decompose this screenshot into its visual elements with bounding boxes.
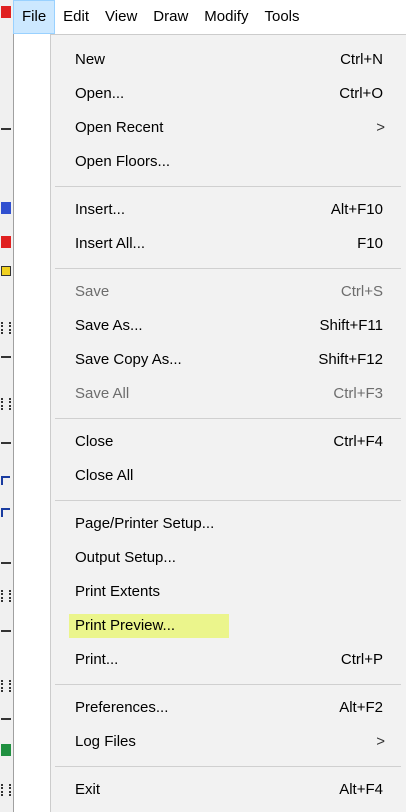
menu-item-new[interactable]: New Ctrl+N (51, 45, 391, 75)
tool-icon[interactable] (1, 508, 10, 517)
tool-icon[interactable] (1, 680, 11, 692)
tool-icon[interactable] (1, 236, 11, 248)
chevron-right-icon: > (376, 119, 385, 136)
menu-separator (55, 500, 401, 501)
menu-edit[interactable]: Edit (55, 0, 97, 34)
tool-icon[interactable] (1, 6, 11, 18)
menu-item-exit[interactable]: Exit Alt+F4 (51, 775, 391, 805)
menu-item-close-all[interactable]: Close All (51, 461, 391, 491)
menu-item-print-extents[interactable]: Print Extents (51, 577, 391, 607)
tool-icon[interactable] (1, 744, 11, 756)
menu-separator (55, 268, 401, 269)
menu-item-open-floors[interactable]: Open Floors... (51, 147, 391, 177)
menu-item-save-as[interactable]: Save As... Shift+F11 (51, 311, 391, 341)
menu-item-preferences[interactable]: Preferences... Alt+F2 (51, 693, 391, 723)
tool-icon[interactable] (1, 556, 11, 564)
tool-icon[interactable] (1, 322, 11, 334)
tool-icon[interactable] (1, 350, 11, 358)
menu-item-save-all[interactable]: Save All Ctrl+F3 (51, 379, 391, 409)
tool-icon[interactable] (1, 266, 11, 276)
chevron-right-icon: > (376, 733, 385, 750)
tool-icon[interactable] (1, 784, 11, 796)
menu-view[interactable]: View (97, 0, 145, 34)
menu-separator (55, 684, 401, 685)
tool-icon[interactable] (1, 202, 11, 214)
menu-item-save-copy-as[interactable]: Save Copy As... Shift+F12 (51, 345, 391, 375)
menu-item-save[interactable]: Save Ctrl+S (51, 277, 391, 307)
tool-icon[interactable] (1, 624, 11, 632)
menu-separator (55, 186, 401, 187)
menu-separator (55, 418, 401, 419)
menu-item-close[interactable]: Close Ctrl+F4 (51, 427, 391, 457)
menu-separator (55, 766, 401, 767)
menu-item-page-printer-setup[interactable]: Page/Printer Setup... (51, 509, 391, 539)
tool-icon[interactable] (1, 122, 11, 130)
menu-item-output-setup[interactable]: Output Setup... (51, 543, 391, 573)
menu-tools[interactable]: Tools (256, 0, 307, 34)
tool-icon[interactable] (1, 436, 11, 444)
menu-item-open-recent[interactable]: Open Recent > (51, 113, 391, 143)
menu-item-insert-all[interactable]: Insert All... F10 (51, 229, 391, 259)
tool-icon[interactable] (1, 476, 10, 485)
menu-draw[interactable]: Draw (145, 0, 196, 34)
file-menu-dropdown: New Ctrl+N Open... Ctrl+O Open Recent > … (50, 34, 406, 812)
menu-item-insert[interactable]: Insert... Alt+F10 (51, 195, 391, 225)
menu-item-print-preview[interactable]: Print Preview... (51, 611, 391, 641)
menu-bar: File Edit View Draw Modify Tools (13, 0, 406, 34)
left-toolbar (0, 0, 14, 812)
menu-file[interactable]: File (13, 0, 56, 34)
tool-icon[interactable] (1, 590, 11, 602)
menu-item-open[interactable]: Open... Ctrl+O (51, 79, 391, 109)
menu-item-print[interactable]: Print... Ctrl+P (51, 645, 391, 675)
tool-icon[interactable] (1, 398, 11, 410)
menu-modify[interactable]: Modify (196, 0, 256, 34)
tool-icon[interactable] (1, 712, 11, 720)
menu-item-log-files[interactable]: Log Files > (51, 727, 391, 757)
